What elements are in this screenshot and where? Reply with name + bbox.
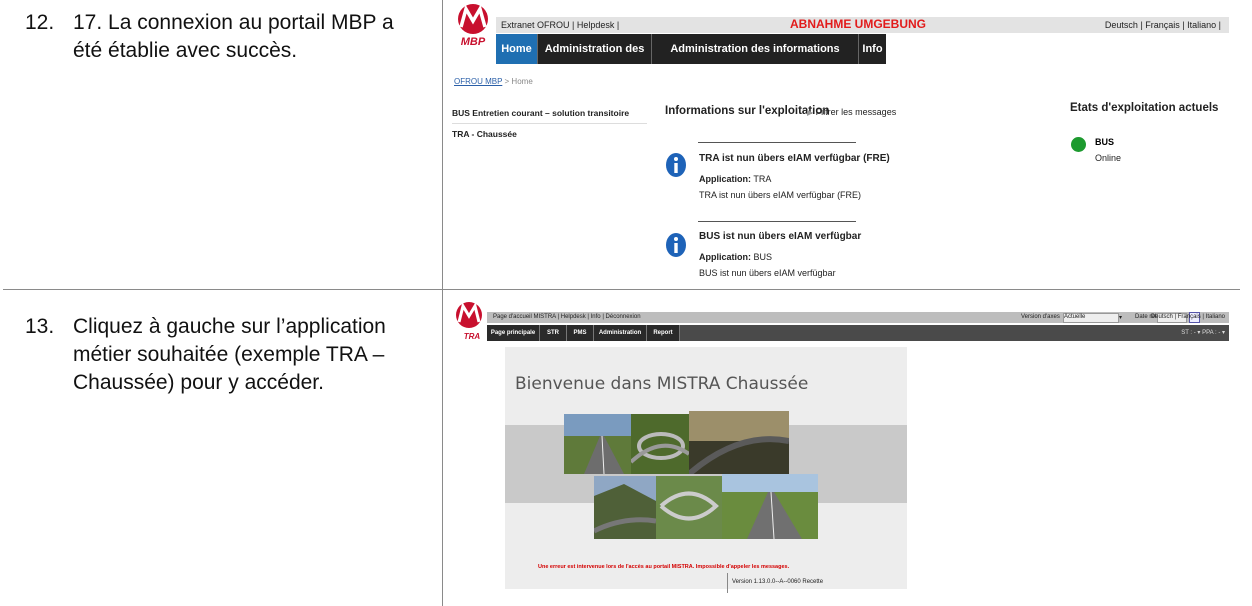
road-photo-4 [594, 476, 656, 539]
play-icon: ▶ [807, 108, 814, 117]
message-title: TRA ist nun übers eIAM verfügbar (FRE) [699, 153, 890, 164]
tab-main-page[interactable]: Page principale [487, 325, 540, 341]
step-number: 13. [25, 315, 55, 338]
error-message: Une erreur est intervenue lors de l'accè… [538, 564, 790, 570]
top-links[interactable]: Page d'accueil MISTRA | Helpdesk | Info … [493, 314, 641, 320]
application-label: Application: [699, 252, 751, 262]
language-links[interactable]: Deutsch | Français | Italiano | [1105, 20, 1221, 30]
sidebar-item-bus[interactable]: BUS Entretien courant – solution transit… [452, 103, 647, 124]
message-application: Application: BUS [699, 252, 772, 262]
info-icon [666, 233, 686, 257]
message-divider [698, 221, 856, 222]
top-links[interactable]: Extranet OFROU | Helpdesk | [501, 20, 619, 30]
tab-str[interactable]: STR [540, 325, 567, 341]
exploitation-info-title: Informations sur l'exploitation [665, 105, 830, 117]
chevron-down-icon[interactable]: ▾ [1119, 314, 1122, 321]
nav-right-selectors[interactable]: ST : - ▾ PPA : - ▾ [1181, 329, 1225, 336]
info-icon [666, 153, 686, 177]
tab-home[interactable]: Home [496, 34, 538, 64]
column-divider [442, 0, 443, 606]
svg-text:MBP: MBP [461, 36, 486, 47]
tab-pms[interactable]: PMS [567, 325, 594, 341]
status-app-name: BUS [1095, 137, 1115, 147]
mistra-tra-logo: TRA [456, 302, 482, 341]
road-photo-2 [631, 414, 689, 474]
road-photo-6 [722, 474, 818, 539]
online-status-icon [1071, 137, 1086, 152]
mbp-logo: MBP [458, 4, 488, 47]
current-states-title: Etats d'exploitation actuels [1070, 102, 1219, 114]
breadcrumb: OFROU MBP > Home [454, 77, 533, 86]
tab-administration[interactable]: Administration [594, 325, 647, 341]
tab-role-admin[interactable]: Administration des rôles [538, 34, 652, 85]
step-text: Cliquez à gauche sur l’application métie… [73, 315, 386, 394]
mistra-screenshot: TRA Page d'accueil MISTRA | Helpdesk | I… [452, 301, 1229, 597]
road-photo-5 [656, 476, 722, 539]
version-axes-select[interactable]: Actuelle [1063, 313, 1119, 323]
message-title: BUS ist nun übers eIAM verfügbar [699, 231, 862, 242]
environment-label: ABNAHME UMGEBUNG [790, 17, 926, 31]
step-text: 17. La connexion au portail MBP a été ét… [73, 11, 394, 62]
version-text: Version 1.13.0.0--A--0060 Recette [732, 579, 824, 585]
svg-text:TRA: TRA [464, 332, 481, 341]
application-value: TRA [753, 174, 772, 184]
tab-info[interactable]: Info [859, 34, 886, 64]
sidebar-item-tra[interactable]: TRA - Chaussée [452, 124, 647, 144]
tab-exploitation-admin[interactable]: Administration des informations d'exploi… [652, 34, 859, 85]
tab-report[interactable]: Report [647, 325, 680, 341]
filter-label: Filtrer les messages [815, 107, 897, 117]
road-photo-1 [564, 414, 631, 474]
version-axes-label: Version d'axes [1021, 314, 1060, 320]
application-value: BUS [753, 252, 773, 262]
application-label: Application: [699, 174, 751, 184]
message-divider [698, 142, 856, 143]
welcome-title: Bienvenue dans MISTRA Chaussée [515, 374, 809, 394]
road-photo-3 [689, 411, 789, 474]
language-links[interactable]: Deutsch | Français | Italiano [1151, 314, 1225, 320]
message-body: TRA ist nun übers eIAM verfügbar (FRE) [699, 190, 862, 200]
filter-messages-link[interactable]: ▶ Filtrer les messages [807, 107, 896, 117]
step-number: 12. [25, 11, 55, 34]
version-divider [727, 573, 728, 593]
mistra-top-bar: Page d'accueil MISTRA | Helpdesk | Info … [487, 312, 1229, 323]
breadcrumb-link[interactable]: OFROU MBP [454, 77, 502, 86]
message-application: Application: TRA [699, 174, 771, 184]
mbp-nav: Home Administration des rôles Administra… [496, 34, 886, 85]
mbp-portal-screenshot: MBP Extranet OFROU | Helpdesk | ABNAHME … [452, 3, 1229, 286]
mbp-top-bar: Extranet OFROU | Helpdesk | ABNAHME UMGE… [496, 17, 1229, 33]
status-state: Online [1095, 153, 1122, 163]
message-body: BUS ist nun übers eIAM verfügbar [699, 268, 836, 278]
version-axes-value: Actuelle [1064, 314, 1086, 320]
breadcrumb-current: > Home [502, 77, 533, 86]
application-sidebar: BUS Entretien courant – solution transit… [452, 103, 647, 144]
mistra-nav: Page principale STR PMS Administration R… [487, 325, 1229, 341]
row-divider [3, 289, 1240, 290]
